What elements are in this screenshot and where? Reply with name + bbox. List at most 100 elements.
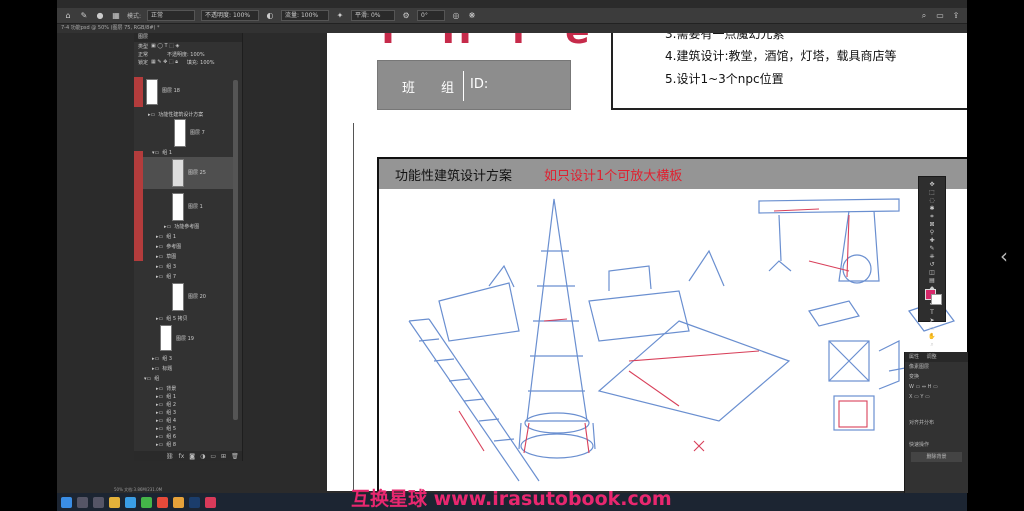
pressure-opacity-icon[interactable]: ◐ [265, 11, 275, 21]
layer-group-row[interactable]: ▸▭ 草图 [156, 253, 242, 261]
transform-fields-2: X ▭ Y ▭ [909, 394, 930, 400]
layer-group-row[interactable]: ▸▭ 背景 [156, 385, 242, 393]
layer-group-row[interactable]: ▸▭ 组 4 [156, 417, 242, 425]
folder-icon: ▸▭ [156, 425, 164, 432]
crop-tool-icon[interactable]: ⌗ [925, 213, 939, 220]
remove-background-button[interactable]: 删除背景 [911, 452, 962, 462]
new-group-icon[interactable]: ▭ [210, 453, 216, 460]
eraser-tool-icon[interactable]: ◫ [925, 269, 939, 276]
layer-group-row[interactable]: ▸▭ 组 1 [156, 233, 242, 241]
layers-scrollbar[interactable] [233, 80, 238, 420]
design-box-note: 如只设计1个可放大横板 [544, 169, 683, 184]
layer-group-row[interactable]: ▸▭ 组 6 [156, 433, 242, 441]
requirement-3: 3.需要有一点魔幻元素 [665, 33, 785, 41]
layers-footer: ⛓ fx ◙ ◑ ▭ ⊞ 🗑︎ [134, 451, 242, 461]
smoothing-field[interactable]: 平滑: 0% [351, 10, 396, 21]
layer-group-row[interactable]: ▸▭ 组 8 [156, 441, 242, 449]
explorer-icon[interactable] [109, 496, 120, 508]
smoothing-settings-icon[interactable]: ⚙ [401, 11, 411, 21]
history-brush-icon[interactable]: ↺ [925, 261, 939, 268]
filter-kind[interactable]: 类型 [138, 43, 148, 50]
layers-panel-title[interactable]: 图层 [134, 33, 242, 42]
brush-tool-icon[interactable]: ✎ [925, 245, 939, 252]
search-icon[interactable]: ⌕ [919, 11, 929, 21]
layer-group-row[interactable]: ▸▭ 参考图 [156, 243, 242, 251]
shape-tool-icon[interactable]: ▭ [925, 325, 939, 332]
start-icon[interactable] [61, 496, 72, 508]
eyedropper-icon[interactable]: ⚲ [925, 229, 939, 236]
mode-select[interactable]: 正常 [147, 10, 196, 21]
layer-fill[interactable]: 填充: 100% [187, 59, 215, 66]
layer-group-row[interactable]: ▸▭ 组 5 拷贝 [156, 315, 242, 323]
adjustment-icon[interactable]: ◑ [200, 453, 205, 460]
design-box-title: 功能性建筑设计方案 [395, 169, 513, 184]
share-icon[interactable]: ⇪ [951, 11, 961, 21]
pressure-size-icon[interactable]: ◎ [451, 11, 461, 21]
folder-icon: ▸▭ [156, 433, 164, 440]
fx-icon[interactable]: fx [179, 453, 185, 460]
layer-group-row[interactable]: ▾▭ 组 1 [152, 149, 242, 157]
layer-group-row[interactable]: ▸▭ 组 5 [156, 425, 242, 433]
symmetry-icon[interactable]: ❋ [467, 11, 477, 21]
layer-group-row[interactable]: ▸▭ 组 2 [156, 401, 242, 409]
healing-brush-icon[interactable]: ✚ [925, 237, 939, 244]
layer-group-row[interactable]: ▸▭ 组 3 [152, 355, 242, 363]
document-canvas[interactable]: Y H i e 班 组 ID: 3.需要有一点魔幻元素 4.建筑设计:教堂，酒馆… [327, 33, 967, 491]
document-tab[interactable]: 7-4 功能psd @ 50% (图层 75, RGB/8#) * [57, 24, 967, 33]
filter-icons[interactable]: ▣ ◯ T ⬚ ◈ [151, 43, 179, 49]
hand-tool-icon[interactable]: ✋ [925, 333, 939, 340]
marquee-tool-icon[interactable]: ⬚ [925, 189, 939, 196]
layer-group-row[interactable]: ▸▭ 组 3 [156, 263, 242, 271]
brush-panel-icon[interactable]: ▦ [111, 11, 121, 21]
layer-group-row[interactable]: ▾▭ 组 [144, 375, 242, 383]
adjustments-tab[interactable]: 调整 [927, 354, 937, 360]
opacity-field[interactable]: 不透明度: 100% [201, 10, 260, 21]
browser-icon[interactable] [125, 496, 136, 508]
transform-section[interactable]: 变换 [905, 372, 968, 382]
app-icon[interactable] [173, 496, 184, 508]
layer-opacity[interactable]: 不透明度: 100% [167, 51, 205, 58]
app-icon[interactable] [205, 496, 216, 508]
blend-mode-select[interactable]: 正常 [138, 51, 148, 58]
lock-icons[interactable]: ▦ ✎ ✥ ⬚ 🔒︎ [151, 59, 178, 65]
move-tool-icon[interactable]: ✥ [925, 181, 939, 188]
layer-group-row[interactable]: ▸▭ 组 1 [156, 393, 242, 401]
airbrush-icon[interactable]: ✦ [335, 11, 345, 21]
blend-row: 正常 不透明度: 100% [134, 50, 242, 58]
flow-field[interactable]: 流量: 100% [281, 10, 330, 21]
type-tool-icon[interactable]: T [925, 309, 939, 316]
layer-group-row[interactable]: ▸▭ 组 3 [156, 409, 242, 417]
layer-thumbnail [172, 283, 184, 311]
layer-group-row[interactable]: ▸▭ 组 7 [156, 273, 242, 281]
photoshop-icon[interactable] [189, 496, 200, 508]
task-view-icon[interactable] [93, 496, 104, 508]
zoom-tool-icon[interactable]: ⌕ [925, 341, 939, 348]
link-icon[interactable]: ⛓ [166, 453, 174, 460]
trash-icon[interactable]: 🗑︎ [231, 453, 239, 460]
layer-row[interactable]: 图层 18 [162, 87, 242, 94]
mask-icon[interactable]: ◙ [189, 453, 195, 460]
app-icon[interactable] [157, 496, 168, 508]
quick-select-icon[interactable]: ✱ [925, 205, 939, 212]
quick-actions-section[interactable]: 快速操作 [905, 440, 968, 450]
background-color-swatch[interactable] [931, 294, 942, 305]
properties-tab[interactable]: 属性 [909, 354, 919, 360]
align-section[interactable]: 对齐并分布 [905, 418, 968, 428]
layer-group-row[interactable]: ▸▭ 功能性建筑设计方案 [148, 111, 242, 119]
stamp-tool-icon[interactable]: ⎈ [925, 253, 939, 260]
home-icon[interactable]: ⌂ [63, 11, 73, 21]
brush-size-icon[interactable]: ● [95, 11, 105, 21]
path-select-icon[interactable]: ➤ [925, 317, 939, 324]
wechat-icon[interactable] [141, 496, 152, 508]
lasso-tool-icon[interactable]: ◌ [925, 197, 939, 204]
chevron-left-icon[interactable]: ‹ [1000, 244, 1008, 268]
angle-field[interactable]: 0° [417, 10, 446, 21]
frame-tool-icon[interactable]: ⊠ [925, 221, 939, 228]
brush-tool-icon[interactable]: ✎ [79, 11, 89, 21]
search-icon[interactable] [77, 496, 88, 508]
layer-group-row[interactable]: ▸▭ 功能参考图 [164, 223, 242, 231]
layer-group-row[interactable]: ▸▭ 标题 [152, 365, 242, 373]
gradient-tool-icon[interactable]: ▤ [925, 277, 939, 284]
new-layer-icon[interactable]: ⊞ [221, 453, 226, 460]
workspace-icon[interactable]: ▭ [935, 11, 945, 21]
